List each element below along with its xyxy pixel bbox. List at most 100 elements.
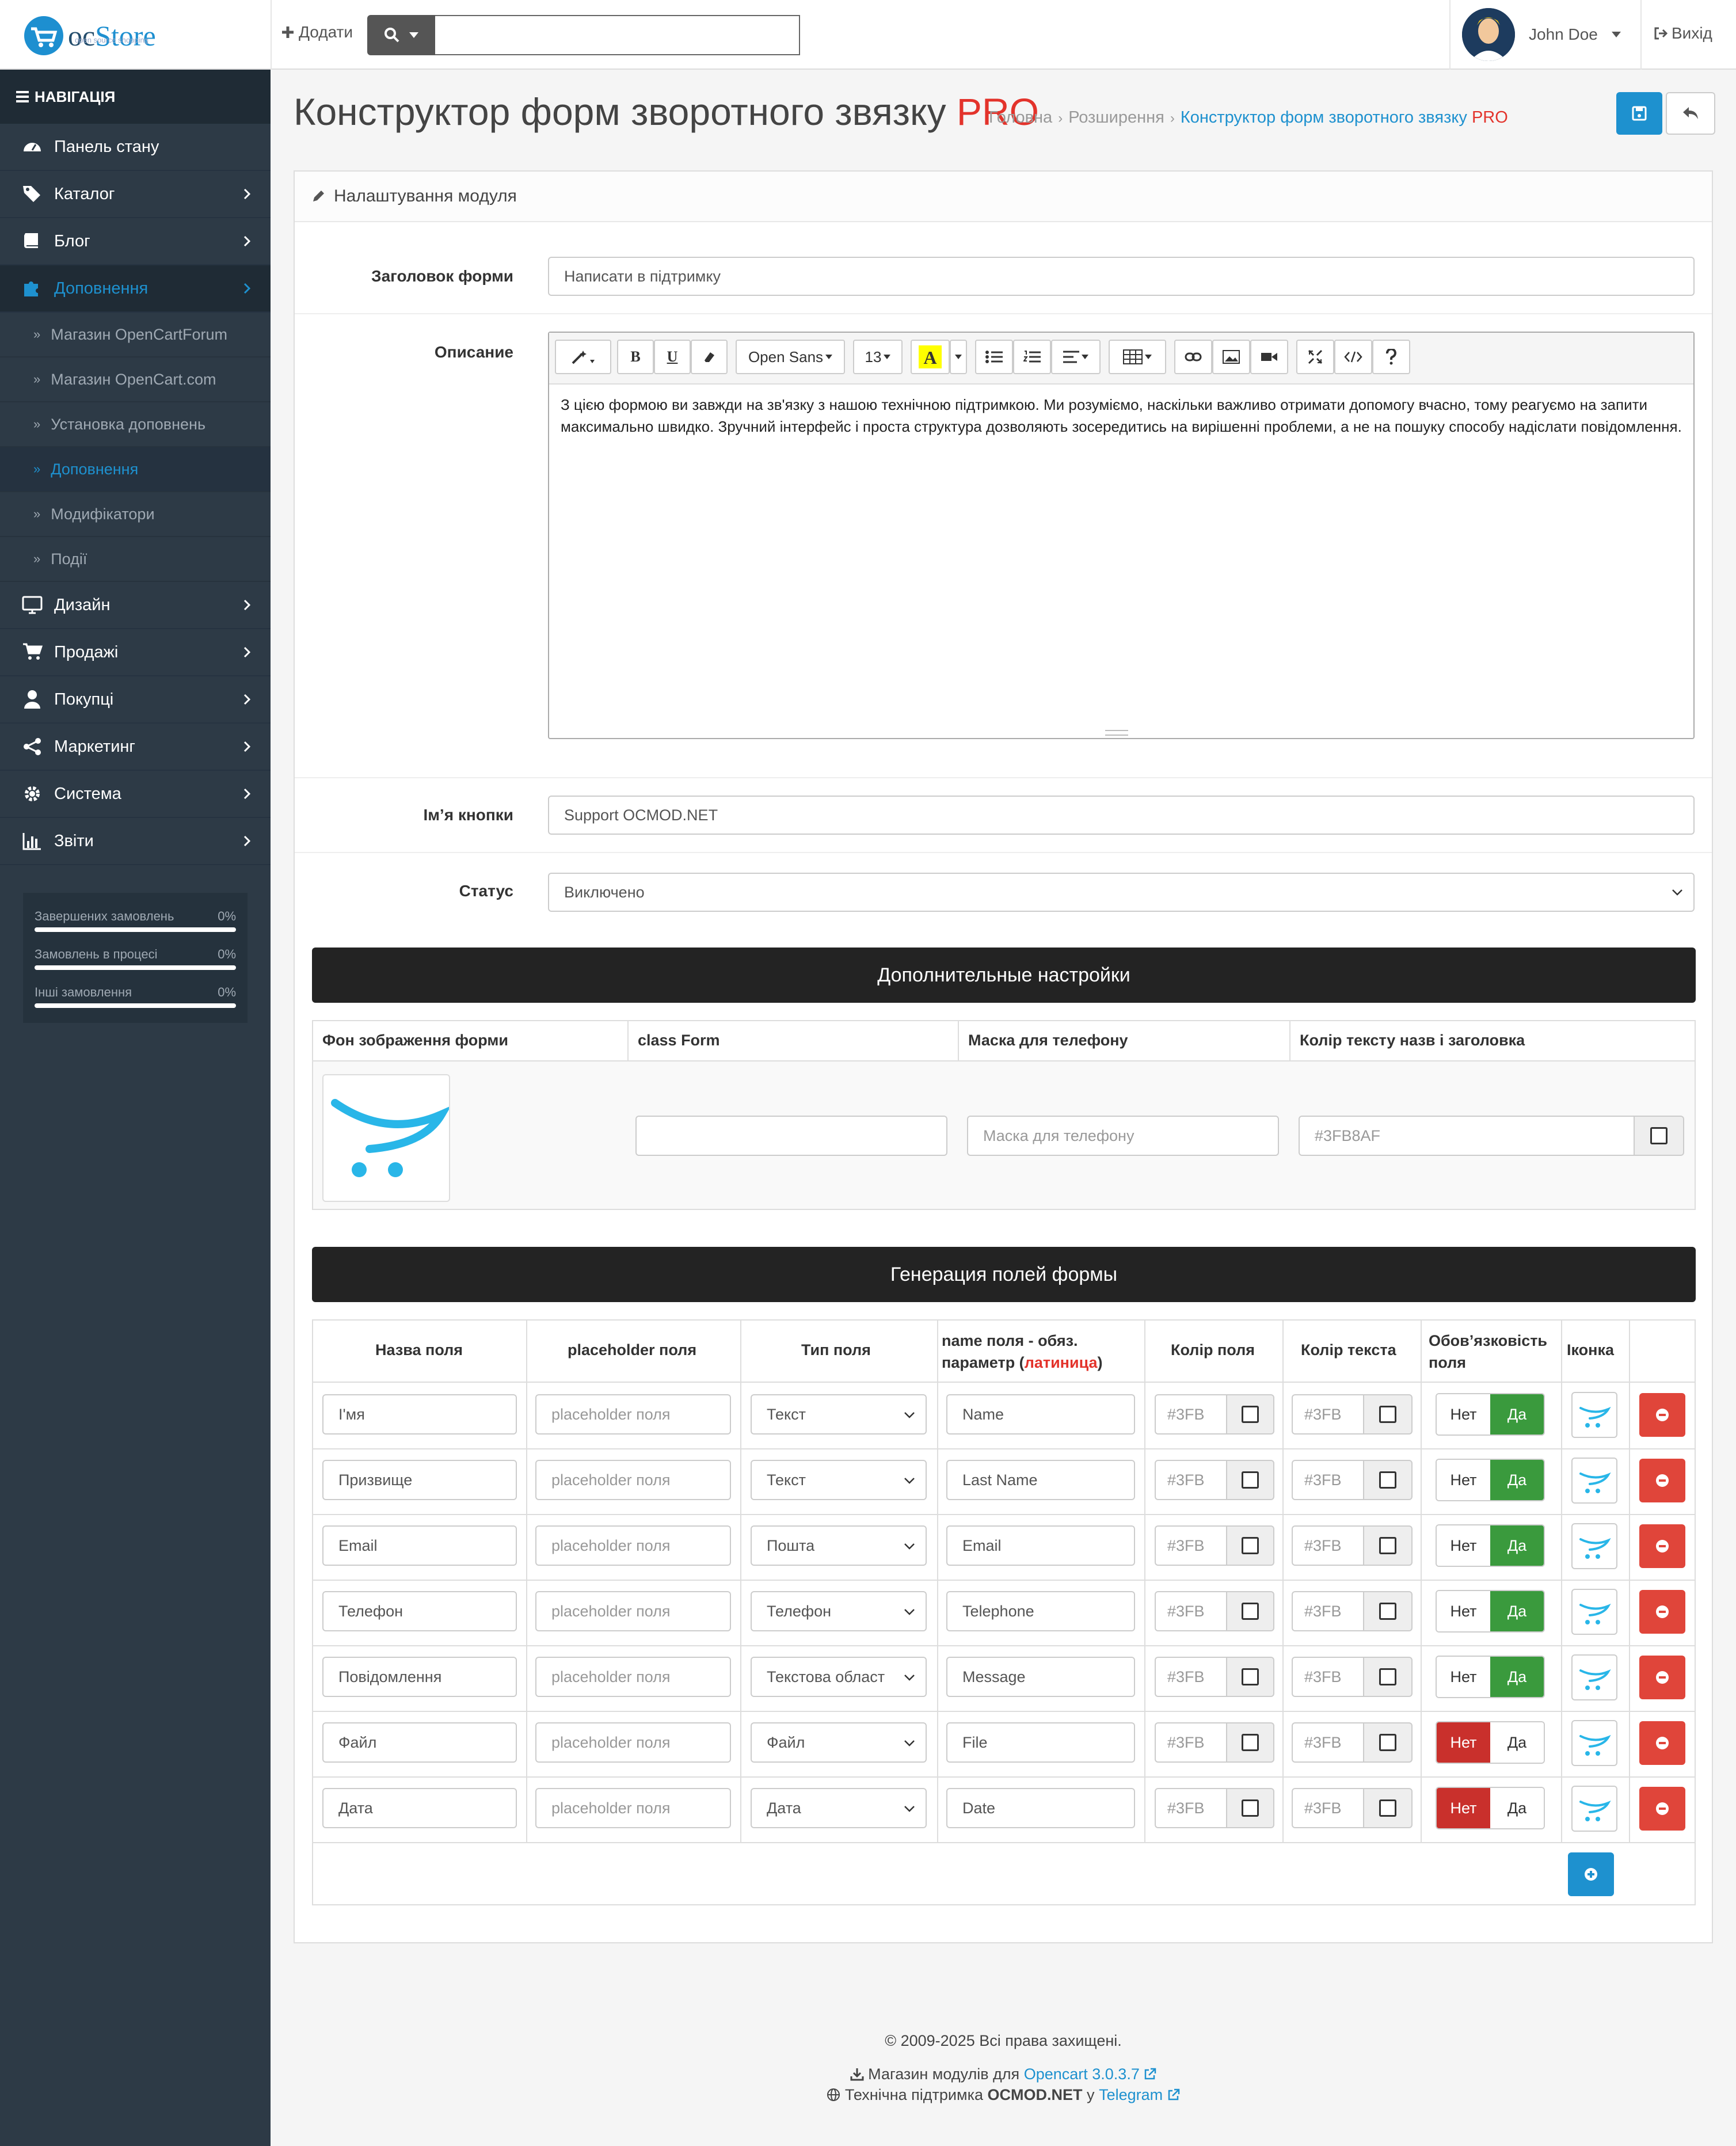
required-yes-button[interactable]: Да [1490, 1722, 1544, 1763]
field-type-select[interactable]: Текст [751, 1460, 927, 1500]
text-color-button[interactable]: A [911, 340, 950, 374]
field-param-input[interactable]: Email [946, 1525, 1135, 1566]
sidebar-item[interactable]: Панель стану [0, 124, 271, 171]
remove-row-button[interactable] [1639, 1393, 1685, 1437]
link-button[interactable] [1174, 340, 1212, 374]
field-icon-button[interactable] [1571, 1523, 1617, 1569]
field-placeholder-input[interactable]: placeholder поля [535, 1722, 731, 1763]
font-family-dropdown[interactable]: Open Sans [736, 340, 845, 374]
eraser-button[interactable] [691, 340, 728, 374]
field-icon-button[interactable] [1571, 1392, 1617, 1438]
breadcrumb-current[interactable]: Конструктор форм зворотного звязку PRO [1181, 108, 1508, 127]
remove-row-button[interactable] [1639, 1459, 1685, 1502]
ordered-list-button[interactable] [1013, 340, 1051, 374]
required-yes-button[interactable]: Да [1490, 1460, 1544, 1500]
required-no-button[interactable]: Нет [1437, 1394, 1490, 1435]
unordered-list-button[interactable] [975, 340, 1013, 374]
field-color-input[interactable]: #3FB [1155, 1591, 1227, 1631]
sidebar-item[interactable]: Доповнення [0, 265, 271, 313]
field-param-input[interactable]: Name [946, 1394, 1135, 1435]
text-color-input[interactable]: #3FB [1292, 1722, 1364, 1763]
logout-button[interactable]: Вихід [1653, 24, 1712, 43]
text-color-picker[interactable] [1363, 1722, 1413, 1763]
remove-row-button[interactable] [1639, 1590, 1685, 1634]
field-placeholder-input[interactable]: placeholder поля [535, 1525, 731, 1566]
sidebar-subitem[interactable]: » Магазин OpenCart.com [0, 357, 271, 402]
text-color-input[interactable]: #3FB [1292, 1394, 1364, 1435]
phone-mask-input[interactable]: Маска для телефону [967, 1116, 1279, 1156]
sidebar-subitem[interactable]: » Установка доповнень [0, 402, 271, 447]
field-type-select[interactable]: Телефон [751, 1591, 927, 1631]
add-row-button[interactable] [1568, 1852, 1614, 1896]
required-yes-button[interactable]: Да [1490, 1525, 1544, 1566]
sidebar-item[interactable]: Дизайн [0, 582, 271, 629]
field-icon-button[interactable] [1571, 1720, 1617, 1766]
field-name-input[interactable]: І'мя [322, 1394, 517, 1435]
remove-row-button[interactable] [1639, 1721, 1685, 1765]
field-color-picker[interactable] [1226, 1394, 1274, 1435]
sidebar-item[interactable]: Блог [0, 218, 271, 265]
sidebar-subitem[interactable]: » Модифікатори [0, 492, 271, 537]
breadcrumb-extensions[interactable]: Розширення [1068, 108, 1164, 127]
required-toggle[interactable]: Нет Да [1436, 1590, 1545, 1633]
title-color-input[interactable]: #3FB8AF [1299, 1116, 1635, 1156]
field-type-select[interactable]: Файл [751, 1722, 927, 1763]
required-yes-button[interactable]: Да [1490, 1657, 1544, 1697]
remove-row-button[interactable] [1639, 1787, 1685, 1831]
button-name-input[interactable]: Support OCMOD.NET [548, 796, 1695, 835]
sidebar-subitem[interactable]: » Доповнення [0, 447, 271, 492]
required-no-button[interactable]: Нет [1437, 1525, 1490, 1566]
class-form-input[interactable] [635, 1116, 947, 1156]
text-color-input[interactable]: #3FB [1292, 1788, 1364, 1828]
field-placeholder-input[interactable]: placeholder поля [535, 1460, 731, 1500]
field-placeholder-input[interactable]: placeholder поля [535, 1591, 731, 1631]
field-color-input[interactable]: #3FB [1155, 1657, 1227, 1697]
required-toggle[interactable]: Нет Да [1436, 1459, 1545, 1501]
add-button[interactable]: Додати [280, 23, 353, 41]
field-param-input[interactable]: File [946, 1722, 1135, 1763]
text-color-picker[interactable] [1363, 1788, 1413, 1828]
field-color-input[interactable]: #3FB [1155, 1525, 1227, 1566]
sidebar-item[interactable]: Звіти [0, 818, 271, 865]
required-no-button[interactable]: Нет [1437, 1788, 1490, 1828]
field-name-input[interactable]: Повідомлення [322, 1657, 517, 1697]
field-type-select[interactable]: Пошта [751, 1525, 927, 1566]
field-param-input[interactable]: Date [946, 1788, 1135, 1828]
save-button[interactable] [1616, 92, 1662, 135]
required-toggle[interactable]: Нет Да [1436, 1393, 1545, 1436]
field-param-input[interactable]: Last Name [946, 1460, 1135, 1500]
field-name-input[interactable]: Файл [322, 1722, 517, 1763]
field-type-select[interactable]: Дата [751, 1788, 927, 1828]
code-view-button[interactable] [1334, 340, 1372, 374]
field-color-input[interactable]: #3FB [1155, 1722, 1227, 1763]
text-color-input[interactable]: #3FB [1292, 1525, 1364, 1566]
field-color-picker[interactable] [1226, 1657, 1274, 1697]
opencart-link[interactable]: Opencart 3.0.3.7 [1024, 2065, 1140, 2083]
remove-row-button[interactable] [1639, 1524, 1685, 1568]
text-color-input[interactable]: #3FB [1292, 1591, 1364, 1631]
search-button[interactable] [367, 15, 435, 55]
form-title-input[interactable]: Написати в підтримку [548, 257, 1695, 296]
field-icon-button[interactable] [1571, 1786, 1617, 1832]
user-menu[interactable]: John Doe [1462, 8, 1621, 61]
telegram-link[interactable]: Telegram [1099, 2086, 1163, 2103]
required-no-button[interactable]: Нет [1437, 1591, 1490, 1631]
field-color-picker[interactable] [1226, 1591, 1274, 1631]
field-color-picker[interactable] [1226, 1788, 1274, 1828]
sidebar-item[interactable]: Продажі [0, 629, 271, 676]
style-button[interactable] [555, 340, 611, 374]
text-color-input[interactable]: #3FB [1292, 1657, 1364, 1697]
table-dropdown[interactable] [1109, 340, 1166, 374]
field-placeholder-input[interactable]: placeholder поля [535, 1394, 731, 1435]
bold-button[interactable]: B [617, 340, 654, 374]
text-color-input[interactable]: #3FB [1292, 1460, 1364, 1500]
field-icon-button[interactable] [1571, 1589, 1617, 1635]
field-placeholder-input[interactable]: placeholder поля [535, 1788, 731, 1828]
required-no-button[interactable]: Нет [1437, 1460, 1490, 1500]
field-icon-button[interactable] [1571, 1654, 1617, 1700]
sidebar-item[interactable]: Каталог [0, 171, 271, 218]
sidebar-item[interactable]: Покупці [0, 676, 271, 724]
image-button[interactable] [1212, 340, 1250, 374]
field-type-select[interactable]: Текст [751, 1394, 927, 1435]
required-no-button[interactable]: Нет [1437, 1722, 1490, 1763]
